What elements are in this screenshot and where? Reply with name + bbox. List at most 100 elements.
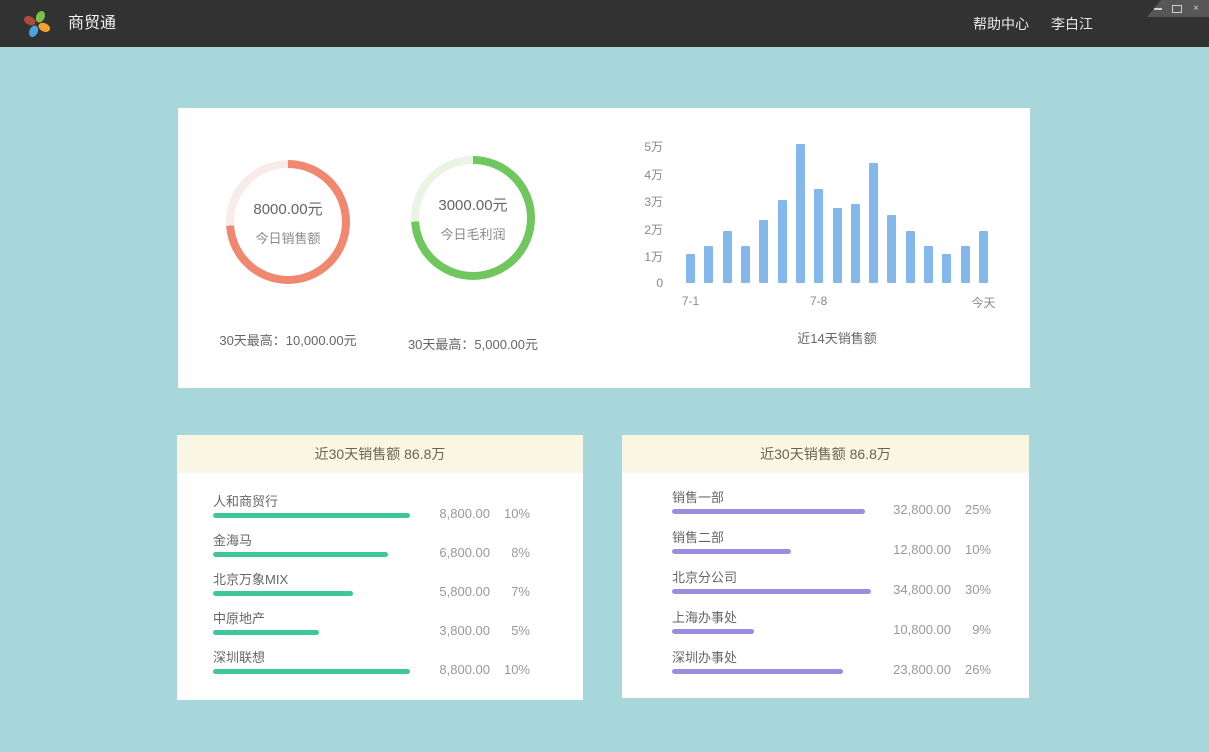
donut-center-text: 3000.00元 今日毛利润: [411, 156, 535, 280]
x-axis-tick-label: 7-8: [810, 294, 827, 308]
bar-chart-bar: [942, 254, 951, 283]
row-progress-bar: [672, 629, 754, 634]
row-progress-bar: [672, 589, 871, 594]
row-values: 34,800.0030%: [875, 582, 991, 597]
app-window: 商贸通 帮助中心 李白江 × 8000.00元 今日销售额 30天最高：10,0…: [0, 0, 1209, 752]
sales-row: 人和商贸行8,800.0010%: [213, 494, 530, 533]
today-profit-value: 3000.00元: [438, 194, 507, 215]
row-values: 3,800.005%: [414, 623, 530, 638]
bar-chart-bar: [924, 246, 933, 283]
x-axis-tick-label: 今天: [971, 294, 995, 311]
row-percent: 9%: [951, 622, 991, 637]
row-percent: 26%: [951, 662, 991, 677]
maximize-icon: [1172, 5, 1182, 13]
row-progress-bar: [213, 513, 410, 518]
row-amount: 3,800.00: [414, 623, 490, 638]
row-amount: 12,800.00: [875, 542, 951, 557]
row-progress-bar: [213, 669, 410, 674]
sales-row: 中原地产3,800.005%: [213, 611, 530, 650]
row-amount: 23,800.00: [875, 662, 951, 677]
row-progress-bar: [213, 591, 353, 596]
bar-chart-bar: [778, 200, 787, 283]
donut-center-text: 8000.00元 今日销售额: [226, 160, 350, 284]
bar-chart-bar: [961, 246, 970, 283]
bar-chart-bar: [814, 189, 823, 283]
app-title: 商贸通: [68, 0, 116, 47]
row-percent: 25%: [951, 502, 991, 517]
maximize-button[interactable]: [1172, 3, 1182, 15]
row-progress-bar: [213, 552, 388, 557]
customers-sales-card: 近30天销售额 86.8万 人和商贸行8,800.0010%金海马6,800.0…: [177, 435, 583, 700]
today-sales-label: 今日销售额: [255, 228, 320, 247]
y-axis-tick-label: 1万: [618, 248, 663, 265]
today-sales-value: 8000.00元: [253, 198, 322, 219]
titlebar-nav: 帮助中心 李白江: [973, 0, 1093, 47]
close-button[interactable]: ×: [1191, 3, 1201, 15]
departments-row-list: 销售一部32,800.0025%销售二部12,800.0010%北京分公司34,…: [622, 473, 1029, 690]
profit-30d-max-caption: 30天最高：5,000.00元: [363, 334, 583, 353]
row-amount: 5,800.00: [414, 584, 490, 599]
row-values: 12,800.0010%: [875, 542, 991, 557]
row-percent: 7%: [490, 584, 530, 599]
row-amount: 8,800.00: [414, 662, 490, 677]
y-axis-tick-label: 5万: [618, 138, 663, 155]
row-amount: 6,800.00: [414, 545, 490, 560]
summary-card: 8000.00元 今日销售额 30天最高：10,000.00元 3000.00元…: [178, 108, 1030, 388]
help-center-link[interactable]: 帮助中心: [973, 14, 1029, 34]
row-percent: 10%: [951, 542, 991, 557]
bar-chart-bar: [704, 246, 713, 283]
sales-row: 深圳办事处23,800.0026%: [672, 650, 991, 690]
sales-row: 深圳联想8,800.0010%: [213, 650, 530, 689]
departments-card-title: 近30天销售额 86.8万: [622, 435, 1029, 473]
bar-chart-bar: [723, 231, 732, 283]
row-amount: 10,800.00: [875, 622, 951, 637]
bar-chart-bar: [759, 220, 768, 283]
sales-row: 销售二部12,800.0010%: [672, 530, 991, 570]
minimize-button[interactable]: [1153, 3, 1163, 15]
x-axis-tick-label: 7-1: [682, 294, 699, 308]
bar-chart-bar: [906, 231, 915, 283]
today-profit-label: 今日毛利润: [440, 224, 505, 243]
row-percent: 10%: [490, 506, 530, 521]
sales-row: 北京万象MIX5,800.007%: [213, 572, 530, 611]
today-sales-donut-chart: 8000.00元 今日销售额: [226, 160, 350, 284]
row-progress-bar: [672, 549, 791, 554]
row-progress-bar: [213, 630, 319, 635]
row-percent: 10%: [490, 662, 530, 677]
row-values: 5,800.007%: [414, 584, 530, 599]
bar-chart-bar: [851, 204, 860, 283]
row-percent: 5%: [490, 623, 530, 638]
y-axis-tick-label: 4万: [618, 166, 663, 183]
row-progress-bar: [672, 509, 865, 514]
row-values: 8,800.0010%: [414, 662, 530, 677]
sales-14d-bar-chart: [686, 145, 988, 283]
row-percent: 30%: [951, 582, 991, 597]
row-values: 32,800.0025%: [875, 502, 991, 517]
row-amount: 32,800.00: [875, 502, 951, 517]
sales-row: 北京分公司34,800.0030%: [672, 570, 991, 610]
departments-sales-card: 近30天销售额 86.8万 销售一部32,800.0025%销售二部12,800…: [622, 435, 1029, 698]
row-values: 23,800.0026%: [875, 662, 991, 677]
bar-chart-caption: 近14天销售额: [686, 328, 988, 347]
bar-chart-x-axis: 7-17-8今天: [686, 294, 988, 310]
customers-row-list: 人和商贸行8,800.0010%金海马6,800.008%北京万象MIX5,80…: [177, 473, 583, 689]
bar-chart-y-axis: 5万4万3万2万1万0: [618, 108, 663, 308]
bar-chart-bar: [796, 144, 805, 283]
row-amount: 34,800.00: [875, 582, 951, 597]
row-percent: 8%: [490, 545, 530, 560]
sales-row: 销售一部32,800.0025%: [672, 490, 991, 530]
bar-chart-bar: [833, 208, 842, 283]
sales-row: 金海马6,800.008%: [213, 533, 530, 572]
bar-chart-bar: [869, 163, 878, 283]
bar-chart-bar: [686, 254, 695, 283]
user-menu[interactable]: 李白江: [1051, 14, 1093, 34]
row-progress-bar: [672, 669, 843, 674]
row-amount: 8,800.00: [414, 506, 490, 521]
minimize-icon: [1154, 8, 1162, 10]
sales-row: 上海办事处10,800.009%: [672, 610, 991, 650]
row-values: 8,800.0010%: [414, 506, 530, 521]
bar-chart-bar: [979, 231, 988, 283]
y-axis-tick-label: 3万: [618, 193, 663, 210]
customers-card-title: 近30天销售额 86.8万: [177, 435, 583, 473]
row-values: 10,800.009%: [875, 622, 991, 637]
